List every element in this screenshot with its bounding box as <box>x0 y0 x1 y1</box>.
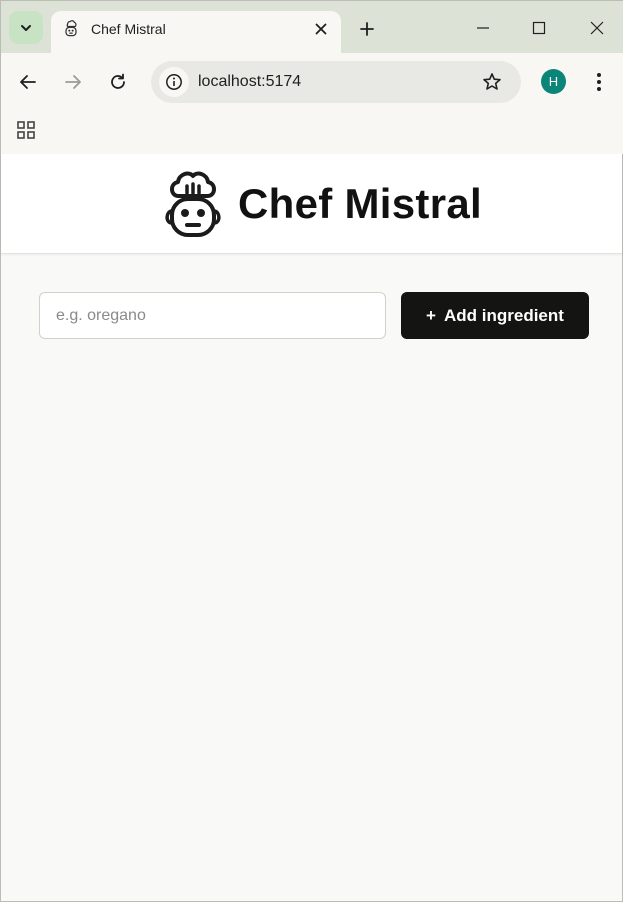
forward-button[interactable] <box>56 65 90 99</box>
page-content: Chef Mistral + Add ingredient <box>1 154 622 901</box>
close-icon <box>590 21 604 35</box>
add-ingredient-form: + Add ingredient <box>39 292 589 340</box>
tab-title: Chef Mistral <box>91 21 166 37</box>
new-tab-button[interactable] <box>353 15 381 43</box>
minimize-icon <box>477 27 489 29</box>
star-icon <box>483 73 501 90</box>
info-icon <box>166 74 182 90</box>
app-header: Chef Mistral <box>1 154 622 254</box>
url-text: localhost:5174 <box>198 73 302 90</box>
bookmarks-bar <box>1 111 623 154</box>
maximize-button[interactable] <box>519 11 559 45</box>
plus-icon: + <box>426 305 436 325</box>
window-close-button[interactable] <box>577 11 617 45</box>
tab-search-button[interactable] <box>9 11 43 44</box>
ingredient-input[interactable] <box>39 292 386 339</box>
more-vert-icon <box>597 73 601 91</box>
close-icon <box>315 23 327 35</box>
browser-window: Chef Mistral localhost:5174 H Chef Mistr… <box>0 0 623 902</box>
browser-toolbar: localhost:5174 H <box>1 53 623 111</box>
app-title: Chef Mistral <box>238 180 482 227</box>
arrow-right-icon <box>65 75 81 89</box>
chef-robot-icon <box>165 171 221 237</box>
apps-button[interactable] <box>13 117 39 143</box>
reload-icon <box>111 73 125 89</box>
site-info-button[interactable] <box>159 67 189 97</box>
tab-active[interactable]: Chef Mistral <box>51 11 341 53</box>
add-ingredient-button[interactable]: + Add ingredient <box>401 292 589 339</box>
maximize-icon <box>532 21 546 35</box>
bookmark-star-button[interactable] <box>479 69 505 95</box>
tab-strip: Chef Mistral <box>1 1 623 53</box>
chef-hat-face-icon <box>65 20 77 37</box>
minimize-button[interactable] <box>463 11 503 45</box>
plus-icon <box>360 22 374 36</box>
arrow-left-icon <box>20 75 36 89</box>
browser-menu-button[interactable] <box>585 67 613 97</box>
apps-grid-icon <box>17 121 35 139</box>
tab-close-button[interactable] <box>309 17 333 41</box>
reload-button[interactable] <box>101 65 135 99</box>
chevron-down-icon <box>21 24 31 31</box>
add-ingredient-label: Add ingredient <box>443 305 564 325</box>
address-bar[interactable]: localhost:5174 <box>151 61 521 103</box>
profile-avatar[interactable]: H <box>541 69 566 94</box>
back-button[interactable] <box>11 65 45 99</box>
